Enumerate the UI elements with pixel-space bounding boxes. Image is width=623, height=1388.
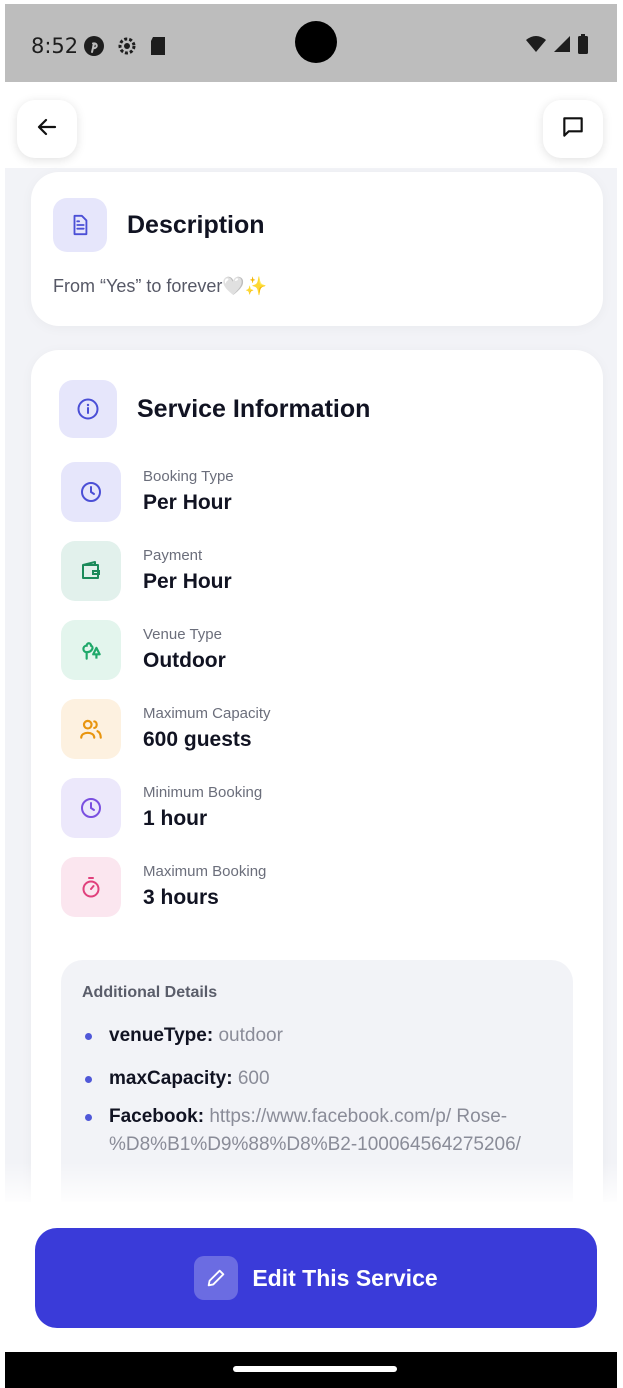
info-row-booking-type: Booking Type Per Hour [61, 462, 234, 522]
detail-item: maxCapacity: 600 [85, 1065, 525, 1093]
info-value: Per Hour [143, 570, 232, 593]
message-square-icon [560, 114, 586, 144]
info-label: Payment [143, 547, 203, 564]
detail-key: Facebook: [109, 1106, 205, 1127]
info-label: Maximum Capacity [143, 705, 271, 722]
info-value: 600 guests [143, 728, 252, 751]
info-label: Venue Type [143, 626, 222, 643]
app-bar [5, 82, 617, 168]
bullet-dot [85, 1076, 92, 1083]
clock-icon [61, 462, 121, 522]
description-header: Description [53, 198, 265, 252]
info-label: Booking Type [143, 468, 234, 485]
description-card: Description From “Yes” to forever🤍✨ [31, 172, 603, 326]
status-icons-left [83, 34, 167, 62]
file-text-icon [53, 198, 107, 252]
description-title: Description [127, 210, 265, 239]
system-nav-bar [5, 1352, 617, 1388]
screen: 8:52 Description From “Yes” to forever🤍✨… [5, 4, 617, 1388]
info-value: Outdoor [143, 649, 226, 672]
bullet-dot [85, 1114, 92, 1121]
status-bar: 8:52 [5, 4, 617, 82]
scroll-fade [5, 1162, 617, 1202]
detail-value: outdoor [218, 1025, 283, 1046]
info-row-venue-type: Venue Type Outdoor [61, 620, 226, 680]
bullet-dot [85, 1033, 92, 1040]
chat-button[interactable] [543, 100, 603, 158]
users-icon [61, 699, 121, 759]
description-text: From “Yes” to forever🤍✨ [53, 276, 268, 296]
info-row-maximum-booking: Maximum Booking 3 hours [61, 857, 266, 917]
camera-cutout [295, 21, 337, 63]
sd-card-icon [149, 35, 167, 61]
home-indicator[interactable] [233, 1366, 397, 1372]
service-information-header: Service Information [59, 380, 370, 438]
edit-service-button[interactable]: Edit This Service [35, 1228, 597, 1328]
wallet-icon [61, 541, 121, 601]
status-time: 8:52 [31, 34, 79, 58]
back-button[interactable] [17, 100, 77, 158]
info-row-maximum-capacity: Maximum Capacity 600 guests [61, 699, 271, 759]
status-icons-right [525, 34, 589, 58]
edit-service-label: Edit This Service [252, 1264, 438, 1291]
info-icon [59, 380, 117, 438]
trees-icon [61, 620, 121, 680]
detail-item: venueType: outdoor [85, 1022, 525, 1050]
detail-key: venueType: [109, 1025, 214, 1046]
detail-value: 600 [237, 1068, 270, 1089]
clock-icon [61, 778, 121, 838]
info-label: Maximum Booking [143, 863, 267, 880]
additional-details-title: Additional Details [82, 984, 218, 1001]
signal-icon [553, 35, 571, 57]
arrow-left-icon [35, 115, 59, 143]
info-value: 3 hours [143, 886, 219, 909]
pencil-icon [194, 1256, 239, 1300]
wifi-icon [525, 35, 547, 57]
info-row-minimum-booking: Minimum Booking 1 hour [61, 778, 262, 838]
battery-icon [577, 34, 589, 58]
detail-item: Facebook: https://www.facebook.com/p/ Ro… [85, 1103, 545, 1159]
service-information-title: Service Information [137, 394, 371, 423]
pinterest-icon [83, 35, 105, 61]
info-value: Per Hour [143, 491, 232, 514]
info-label: Minimum Booking [143, 784, 263, 801]
timer-icon [61, 857, 121, 917]
detail-key: maxCapacity: [109, 1068, 233, 1089]
info-value: 1 hour [143, 807, 208, 830]
info-row-payment: Payment Per Hour [61, 541, 232, 601]
settings-icon [115, 34, 139, 62]
